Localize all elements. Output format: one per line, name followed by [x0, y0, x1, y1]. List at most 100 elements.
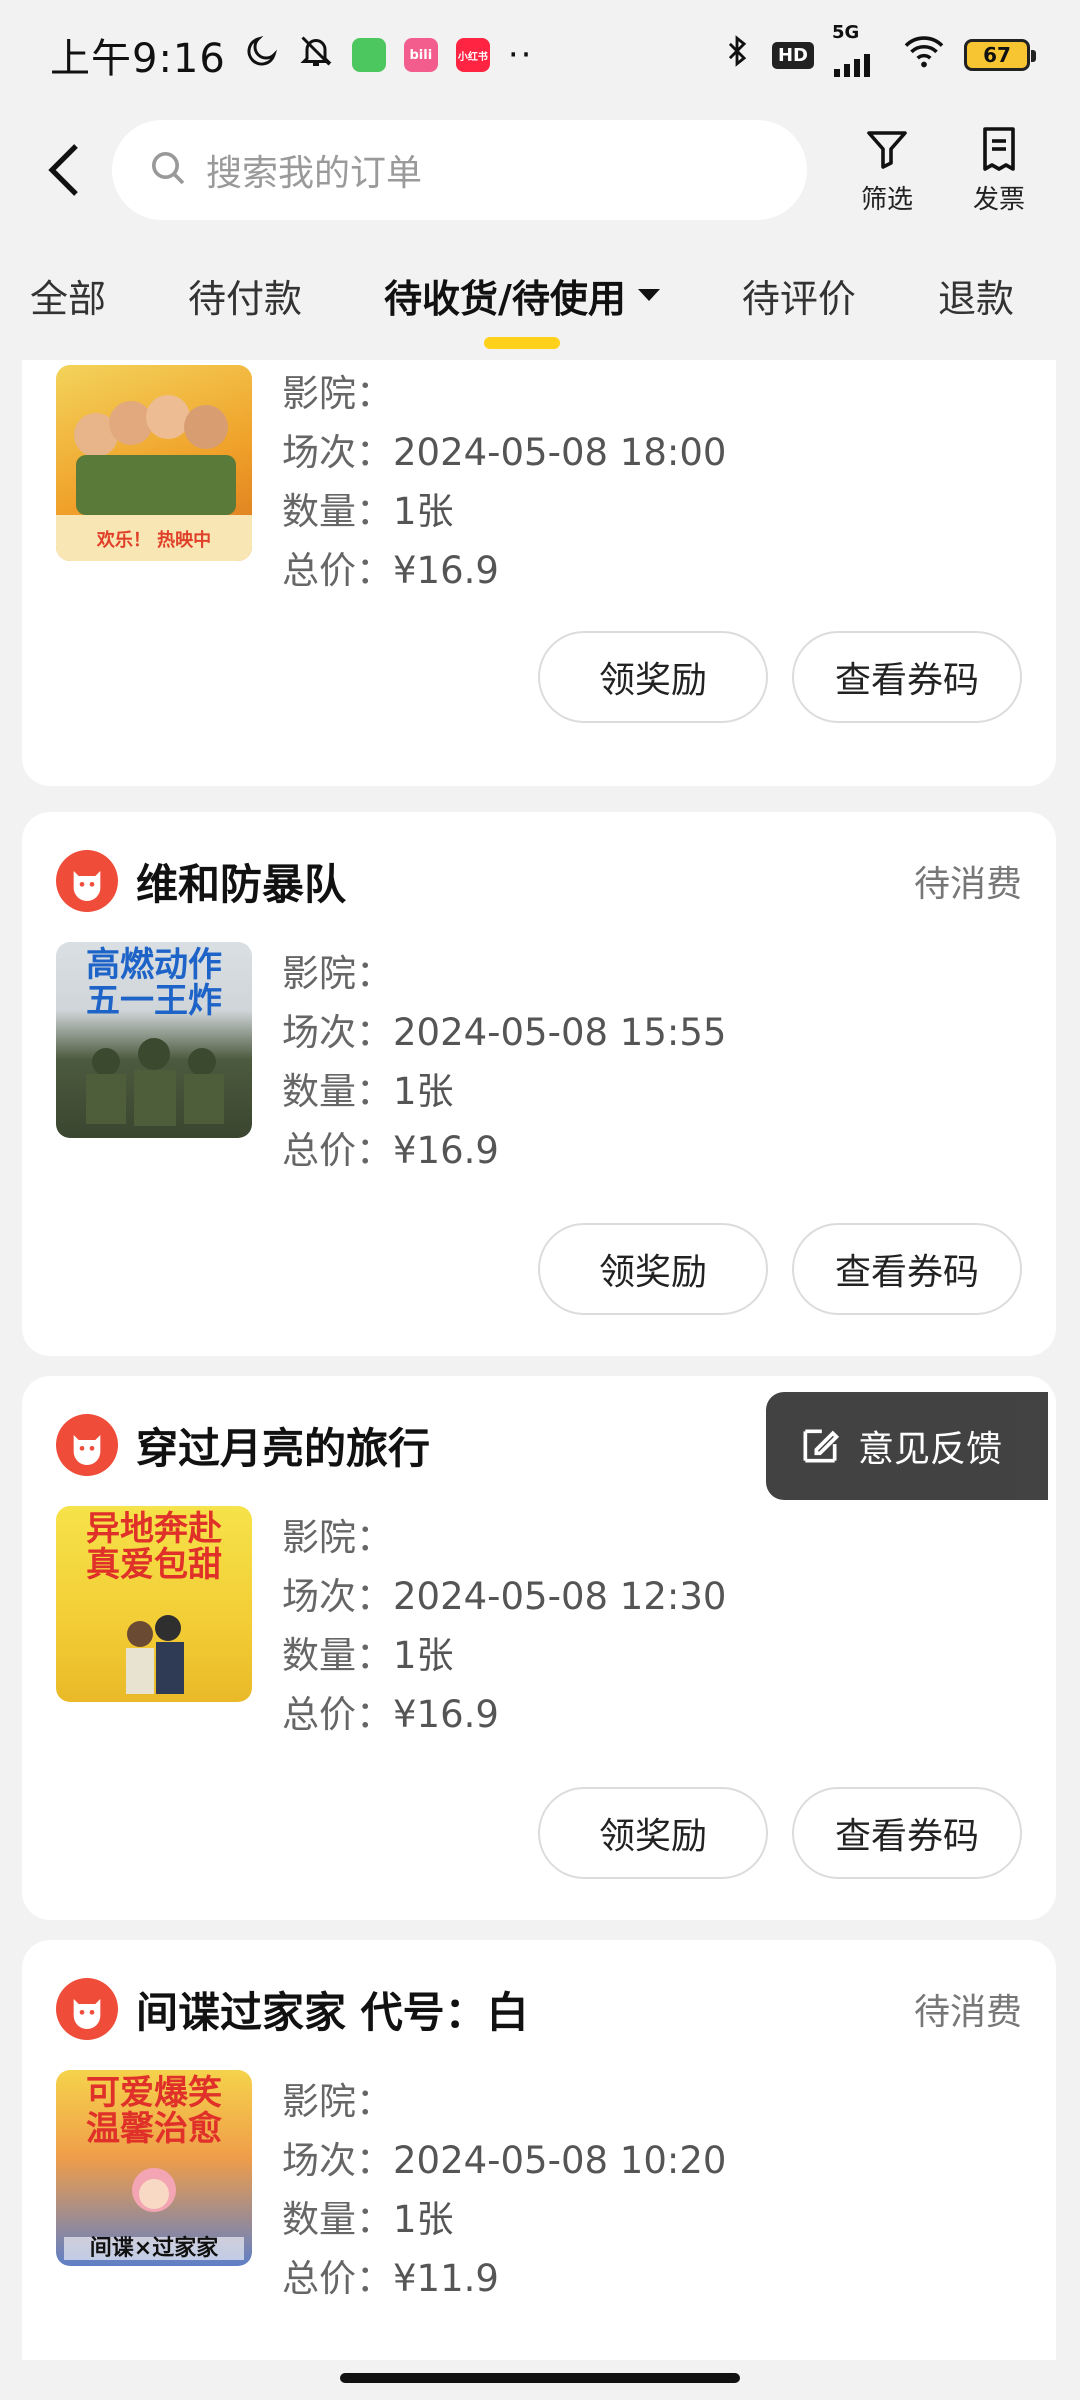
cat-logo-icon	[56, 1978, 118, 2040]
signal-group: 5G	[832, 24, 884, 86]
status-bar: 上午9:16 bili 小红书 ·· HD 5G 67	[0, 0, 1080, 110]
movie-poster: 异地奔赴 真爱包甜	[56, 1506, 252, 1702]
card-header: 间谍过家家 代号：白 待消费	[56, 1974, 1022, 2044]
price-value: ¥16.9	[393, 1693, 499, 1736]
quantity-row: 数量：1张	[282, 2190, 726, 2249]
signal-icon	[832, 42, 884, 86]
price-row: 总价：¥11.9	[282, 2249, 726, 2308]
price-row: 总价：¥16.9	[282, 1121, 726, 1180]
battery-icon: 67	[964, 39, 1036, 71]
wifi-icon	[902, 33, 946, 78]
session-value: 2024-05-08 10:20	[393, 2139, 727, 2182]
cinema-row: 影院：	[282, 2072, 726, 2131]
filter-button[interactable]: 筛选	[847, 125, 927, 216]
session-row: 场次：2024-05-08 10:20	[282, 2131, 726, 2190]
app-chip-green	[351, 38, 386, 72]
search-input[interactable]: 搜索我的订单	[112, 120, 807, 220]
filter-icon	[867, 130, 907, 169]
session-row: 场次：2024-05-08 18:00	[282, 423, 726, 482]
search-placeholder: 搜索我的订单	[206, 153, 423, 194]
quantity-label: 数量：	[282, 490, 393, 533]
poster-art	[86, 1038, 224, 1126]
tab-pending-use-label: 待收货/待使用	[384, 276, 626, 321]
bluetooth-icon	[720, 32, 754, 79]
view-code-button[interactable]: 查看券码	[792, 631, 1022, 723]
price-label: 总价：	[282, 1693, 393, 1736]
home-indicator[interactable]	[340, 2373, 740, 2383]
price-row: 总价：¥16.9	[282, 1685, 726, 1744]
invoice-button[interactable]: 发票	[959, 125, 1039, 216]
status-left: 上午9:16 bili 小红书 ··	[50, 26, 533, 84]
price-row: 总价：¥16.9	[282, 541, 726, 600]
invoice-label: 发票	[972, 184, 1025, 215]
search-icon	[148, 148, 188, 192]
bell-muted-icon	[298, 33, 334, 78]
cinema-label: 影院：	[282, 1516, 393, 1559]
cat-logo-icon	[56, 1414, 118, 1476]
price-value: ¥16.9	[393, 549, 499, 592]
tab-pending-payment[interactable]: 待付款	[188, 268, 302, 323]
status-time: 上午9:16	[50, 36, 226, 82]
quantity-row: 数量：1张	[282, 1626, 726, 1685]
quantity-value: 1张	[393, 490, 454, 533]
order-status: 待消费	[913, 864, 1022, 905]
app-chip-red: 小红书	[455, 38, 490, 72]
order-info: 影院： 场次：2024-05-08 10:20 数量：1张 总价：¥11.9	[282, 2072, 726, 2308]
movie-title: 维和防暴队	[136, 859, 347, 909]
session-row: 场次：2024-05-08 12:30	[282, 1567, 726, 1626]
order-card[interactable]: 间谍过家家 代号：白 待消费 可爱爆笑 温馨治愈 间谍×过家家 影院： 场次：2…	[22, 1940, 1056, 2360]
quantity-label: 数量：	[282, 1070, 393, 1113]
quantity-row: 数量：1张	[282, 1062, 726, 1121]
tab-pending-review[interactable]: 待评价	[742, 268, 856, 323]
caret-down-icon	[637, 289, 660, 301]
claim-reward-button[interactable]: 领奖励	[538, 631, 768, 723]
order-card[interactable]: 欢乐！ 热映中 影院： 场次：2024-05-08 18:00 数量：1张 总价…	[22, 360, 1056, 786]
order-tabs: 全部 待付款 待收货/待使用 待评价 退款	[0, 240, 1080, 350]
quantity-value: 1张	[393, 1634, 454, 1677]
session-value: 2024-05-08 12:30	[393, 1575, 727, 1618]
more-dots: ··	[507, 35, 534, 75]
cinema-row: 影院：	[282, 364, 726, 423]
movie-title: 穿过月亮的旅行	[136, 1423, 431, 1473]
cinema-row: 影院：	[282, 1508, 726, 1567]
quantity-row: 数量：1张	[282, 482, 726, 541]
quantity-value: 1张	[393, 2198, 454, 2241]
app-chip-pink: bili	[403, 38, 438, 72]
order-info: 影院： 场次：2024-05-08 12:30 数量：1张 总价：¥16.9	[282, 1508, 726, 1744]
tab-all[interactable]: 全部	[30, 268, 106, 323]
tab-pending-use[interactable]: 待收货/待使用	[384, 268, 660, 349]
quantity-label: 数量：	[282, 1634, 393, 1677]
hd-badge: HD	[771, 41, 814, 69]
tab-refund[interactable]: 退款	[938, 268, 1014, 323]
back-button[interactable]	[24, 130, 104, 210]
movie-poster: 高燃动作 五一王炸	[56, 942, 252, 1138]
session-row: 场次：2024-05-08 15:55	[282, 1003, 726, 1062]
price-label: 总价：	[282, 2257, 393, 2300]
price-value: ¥16.9	[393, 1129, 499, 1172]
header: 搜索我的订单 筛选 发票	[0, 110, 1080, 230]
cat-logo-icon	[56, 850, 118, 912]
session-label: 场次：	[282, 2139, 393, 2182]
filter-label: 筛选	[860, 184, 913, 215]
claim-reward-button[interactable]: 领奖励	[538, 1787, 768, 1879]
session-label: 场次：	[282, 1575, 393, 1618]
poster-subtext: 间谍×过家家	[64, 2237, 244, 2260]
order-list: 欢乐！ 热映中 影院： 场次：2024-05-08 18:00 数量：1张 总价…	[0, 360, 1080, 2360]
session-label: 场次：	[282, 431, 393, 474]
feedback-label: 意见反馈	[858, 1429, 1003, 1470]
claim-reward-button[interactable]: 领奖励	[538, 1223, 768, 1315]
cinema-row: 影院：	[282, 944, 726, 1003]
view-code-button[interactable]: 查看券码	[792, 1787, 1022, 1879]
chevron-left-icon	[48, 144, 78, 196]
invoice-icon	[983, 126, 1015, 171]
cinema-label: 影院：	[282, 372, 393, 415]
quantity-label: 数量：	[282, 2198, 393, 2241]
price-value: ¥11.9	[393, 2257, 499, 2300]
view-code-button[interactable]: 查看券码	[792, 1223, 1022, 1315]
order-info: 影院： 场次：2024-05-08 15:55 数量：1张 总价：¥16.9	[282, 944, 726, 1180]
order-card[interactable]: 维和防暴队 待消费 高燃动作 五一王炸 影院： 场次：2024-05-08 15…	[22, 812, 1056, 1356]
movie-poster: 欢乐！ 热映中	[56, 365, 252, 561]
movie-poster: 可爱爆笑 温馨治愈 间谍×过家家	[56, 2070, 252, 2266]
feedback-button[interactable]: 意见反馈	[766, 1392, 1048, 1500]
cinema-label: 影院：	[282, 2080, 393, 2123]
